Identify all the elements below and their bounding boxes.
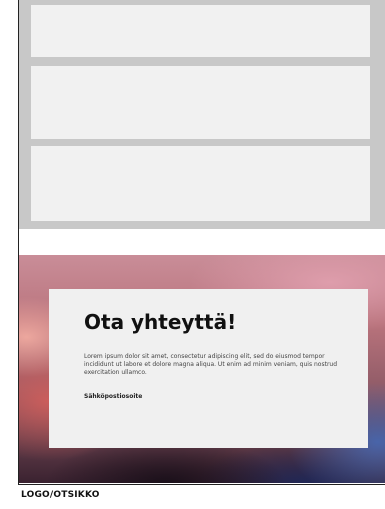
logo-title[interactable]: LOGO/OTSIKKO [21, 490, 100, 500]
page: Ota yhteyttä! Lorem ipsum dolor sit amet… [0, 0, 385, 509]
contact-title: Ota yhteyttä! [84, 310, 237, 334]
content-card-1[interactable] [31, 5, 370, 57]
footer-divider [18, 484, 385, 485]
content-card-2[interactable] [31, 66, 370, 139]
contact-description: Lorem ipsum dolor sit amet, consectetur … [84, 353, 338, 376]
content-card-3[interactable] [31, 146, 370, 221]
contact-card: Ota yhteyttä! Lorem ipsum dolor sit amet… [49, 289, 368, 448]
email-link[interactable]: Sähköpostiosoite [84, 393, 142, 400]
